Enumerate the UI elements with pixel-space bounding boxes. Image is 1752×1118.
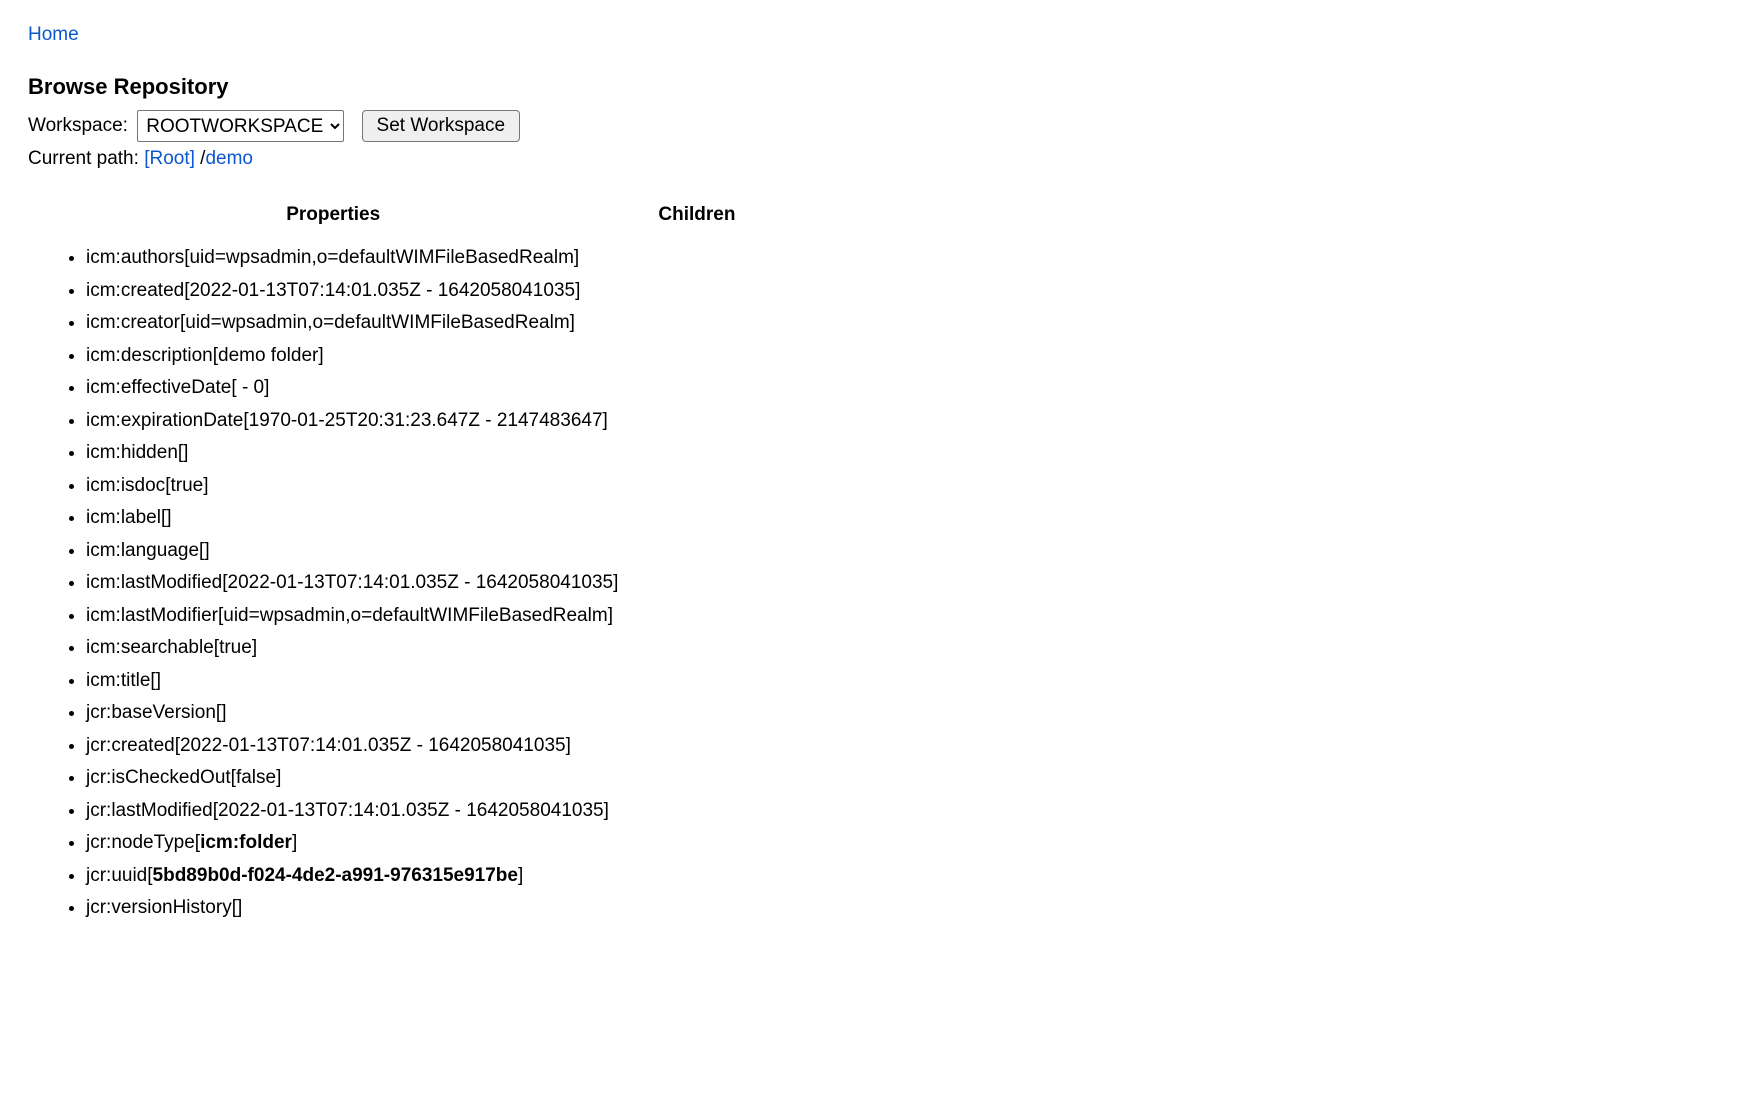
- property-name: jcr:nodeType: [86, 832, 195, 853]
- property-item: icm:language[]: [86, 535, 618, 568]
- property-name: icm:effectiveDate: [86, 377, 231, 398]
- property-item: icm:isdoc[true]: [86, 470, 618, 503]
- property-item: jcr:created[2022-01-13T07:14:01.035Z - 1…: [86, 730, 618, 763]
- properties-list: icm:authors[uid=wpsadmin,o=defaultWIMFil…: [28, 242, 618, 925]
- property-name: jcr:versionHistory: [86, 897, 232, 918]
- children-column-heading: Children: [638, 198, 755, 236]
- top-nav: Home: [28, 24, 1724, 46]
- workspace-row: Workspace: ROOTWORKSPACE Set Workspace: [28, 110, 1724, 142]
- property-name: icm:searchable: [86, 637, 214, 658]
- page-title: Browse Repository: [28, 74, 1724, 100]
- property-name: icm:expirationDate: [86, 410, 243, 431]
- property-name: icm:lastModified: [86, 572, 222, 593]
- property-value: false: [236, 767, 276, 788]
- property-item: jcr:lastModified[2022-01-13T07:14:01.035…: [86, 795, 618, 828]
- property-name: icm:lastModifier: [86, 605, 218, 626]
- property-item: jcr:baseVersion[]: [86, 697, 618, 730]
- set-workspace-button[interactable]: Set Workspace: [362, 110, 520, 142]
- property-value: uid=wpsadmin,o=defaultWIMFileBasedRealm: [185, 312, 569, 333]
- property-item: jcr:nodeType[icm:folder]: [86, 827, 618, 860]
- property-value: - 0: [237, 377, 264, 398]
- property-item: icm:description[demo folder]: [86, 340, 618, 373]
- property-name: icm:creator: [86, 312, 180, 333]
- property-value: 5bd89b0d-f024-4de2-a991-976315e917be: [153, 865, 518, 886]
- property-name: jcr:baseVersion: [86, 702, 216, 723]
- property-item: jcr:uuid[5bd89b0d-f024-4de2-a991-976315e…: [86, 860, 618, 893]
- property-value: uid=wpsadmin,o=defaultWIMFileBasedRealm: [223, 605, 607, 626]
- property-value: 2022-01-13T07:14:01.035Z - 1642058041035: [218, 800, 604, 821]
- property-item: icm:effectiveDate[ - 0]: [86, 372, 618, 405]
- property-value: 2022-01-13T07:14:01.035Z - 1642058041035: [180, 735, 566, 756]
- property-item: icm:lastModified[2022-01-13T07:14:01.035…: [86, 567, 618, 600]
- current-path-label: Current path:: [28, 148, 139, 169]
- property-name: jcr:lastModified: [86, 800, 213, 821]
- property-item: icm:created[2022-01-13T07:14:01.035Z - 1…: [86, 275, 618, 308]
- property-item: icm:lastModifier[uid=wpsadmin,o=defaultW…: [86, 600, 618, 633]
- property-value: 1970-01-25T20:31:23.647Z - 2147483647: [249, 410, 603, 431]
- property-name: icm:authors: [86, 247, 184, 268]
- property-value: true: [170, 475, 203, 496]
- current-path-row: Current path: [Root] /demo: [28, 148, 1724, 170]
- property-value: demo folder: [218, 345, 318, 366]
- property-value: uid=wpsadmin,o=defaultWIMFileBasedRealm: [189, 247, 573, 268]
- property-value: icm:folder: [200, 832, 292, 853]
- property-item: icm:title[]: [86, 665, 618, 698]
- property-name: jcr:created: [86, 735, 175, 756]
- properties-column-heading: Properties: [28, 198, 638, 236]
- property-name: icm:isdoc: [86, 475, 165, 496]
- property-name: icm:language: [86, 540, 199, 561]
- workspace-label: Workspace:: [28, 115, 128, 136]
- property-name: jcr:uuid: [86, 865, 147, 886]
- property-name: icm:description: [86, 345, 213, 366]
- property-item: jcr:versionHistory[]: [86, 892, 618, 925]
- property-name: icm:label: [86, 507, 161, 528]
- property-name: icm:hidden: [86, 442, 178, 463]
- property-item: icm:label[]: [86, 502, 618, 535]
- path-separator: /: [195, 148, 206, 169]
- property-value: 2022-01-13T07:14:01.035Z - 1642058041035: [228, 572, 614, 593]
- path-node-link[interactable]: demo: [205, 148, 253, 169]
- property-value: 2022-01-13T07:14:01.035Z - 1642058041035: [189, 280, 575, 301]
- property-item: icm:searchable[true]: [86, 632, 618, 665]
- home-link[interactable]: Home: [28, 24, 79, 45]
- path-root-link[interactable]: [Root]: [144, 148, 195, 169]
- property-name: icm:created: [86, 280, 184, 301]
- property-value: true: [219, 637, 252, 658]
- property-name: jcr:isCheckedOut: [86, 767, 231, 788]
- property-item: jcr:isCheckedOut[false]: [86, 762, 618, 795]
- property-item: icm:creator[uid=wpsadmin,o=defaultWIMFil…: [86, 307, 618, 340]
- content-table: Properties Children icm:authors[uid=wpsa…: [28, 198, 755, 925]
- workspace-select[interactable]: ROOTWORKSPACE: [137, 110, 344, 142]
- property-name: icm:title: [86, 670, 150, 691]
- property-item: icm:authors[uid=wpsadmin,o=defaultWIMFil…: [86, 242, 618, 275]
- property-item: icm:hidden[]: [86, 437, 618, 470]
- property-item: icm:expirationDate[1970-01-25T20:31:23.6…: [86, 405, 618, 438]
